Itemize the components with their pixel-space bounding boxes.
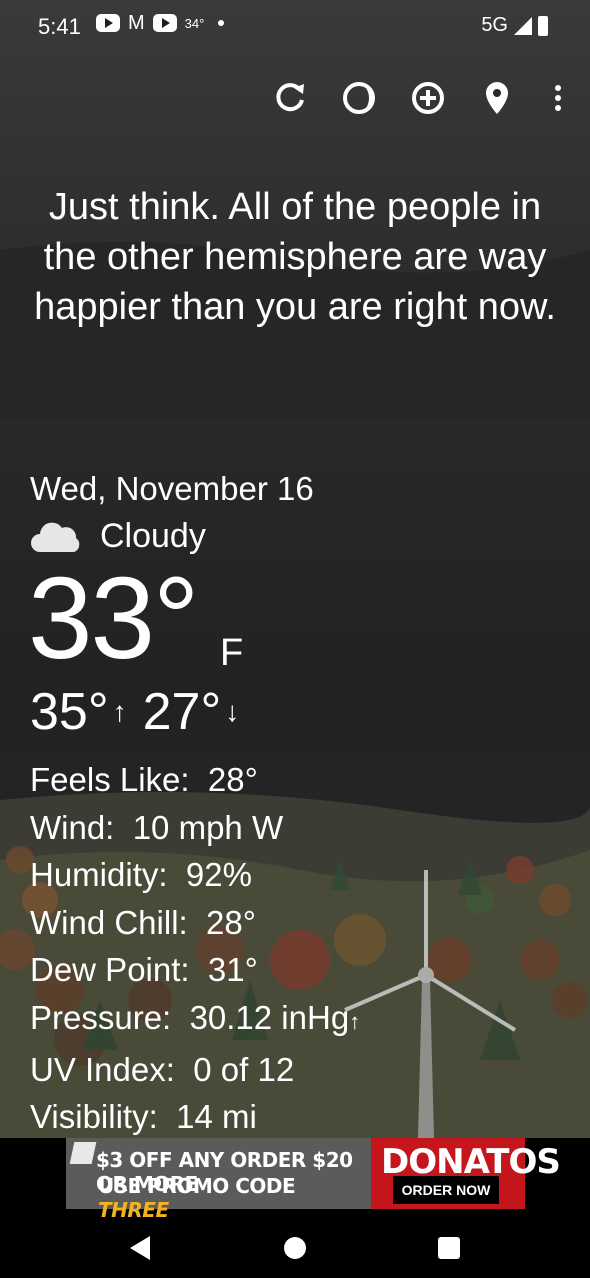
more-vert-icon[interactable] [538, 78, 578, 118]
detail-row: Visibility: 14 mi [30, 1098, 257, 1136]
status-bar: 5:41 M 34° 5G [0, 0, 590, 54]
up-arrow-icon: ↑ [112, 696, 127, 727]
youtube-icon [96, 14, 120, 32]
low-temp: 27° [142, 683, 222, 741]
detail-row: Feels Like: 28° [30, 761, 258, 798]
condition-row: Cloudy [30, 516, 206, 556]
ad-banner[interactable]: $3 OFF ANY ORDER $20 OR MORE USE PROMO C… [66, 1138, 561, 1222]
detail-row: Wind: 10 mph W [30, 808, 284, 846]
down-arrow-icon: ↓ [225, 696, 240, 727]
detail-row: Humidity: 92% [30, 856, 252, 894]
network-type: 5G [481, 14, 508, 36]
current-temperature: 33° [28, 553, 199, 683]
add-location-icon[interactable] [408, 78, 448, 118]
system-icons: 5G [481, 14, 548, 37]
home-icon[interactable] [284, 1237, 306, 1259]
status-temp: 34° [184, 15, 205, 31]
detail-row: Dew Point: 31° [30, 951, 258, 989]
ad-brand-panel[interactable]: DONATOS ORDER NOW [371, 1138, 561, 1209]
back-icon[interactable] [130, 1236, 150, 1260]
location-pin-icon[interactable] [477, 78, 517, 118]
refresh-icon[interactable] [270, 78, 310, 118]
temperature-unit: F [220, 632, 244, 674]
weather-date: Wed, November 16 [30, 470, 314, 507]
pressure-rising-icon: ↑ [349, 1008, 361, 1034]
notification-icons: M 34° [96, 12, 225, 34]
ad-offer[interactable]: $3 OFF ANY ORDER $20 OR MORE USE PROMO C… [66, 1138, 371, 1222]
high-temp: 35° [30, 683, 109, 741]
detail-row: Pressure: 30.12 inHg↑ [30, 998, 361, 1036]
condition-text: Cloudy [100, 516, 206, 555]
order-now-button[interactable]: ORDER NOW [393, 1176, 499, 1204]
app-toolbar [0, 70, 590, 122]
detail-row: UV Index: 0 of 12 [30, 1050, 295, 1088]
high-low: 35° ↑ 27° ↓ [30, 682, 255, 742]
system-nav-bar [0, 1218, 590, 1278]
battery-icon [538, 15, 548, 36]
status-time: 5:41 [38, 14, 81, 39]
detail-row: Wind Chill: 28° [30, 903, 256, 941]
weather-details: Feels Like: 28° Wind: 10 mph W Humidity:… [30, 756, 360, 1141]
ad-container: $3 OFF ANY ORDER $20 OR MORE USE PROMO C… [0, 1138, 590, 1222]
gmail-icon: M [128, 12, 145, 34]
youtube-icon [152, 14, 177, 32]
ad-offer-line2: USE PROMO CODE THREE [98, 1174, 296, 1222]
ad-logo-icon [69, 1142, 97, 1164]
more-notifications-icon [218, 20, 225, 26]
signal-icon [514, 16, 532, 35]
theme-icon[interactable] [339, 78, 379, 118]
cloud-icon [30, 516, 84, 556]
snarky-quote: Just think. All of the people in the oth… [34, 186, 556, 328]
recents-icon[interactable] [438, 1237, 460, 1259]
